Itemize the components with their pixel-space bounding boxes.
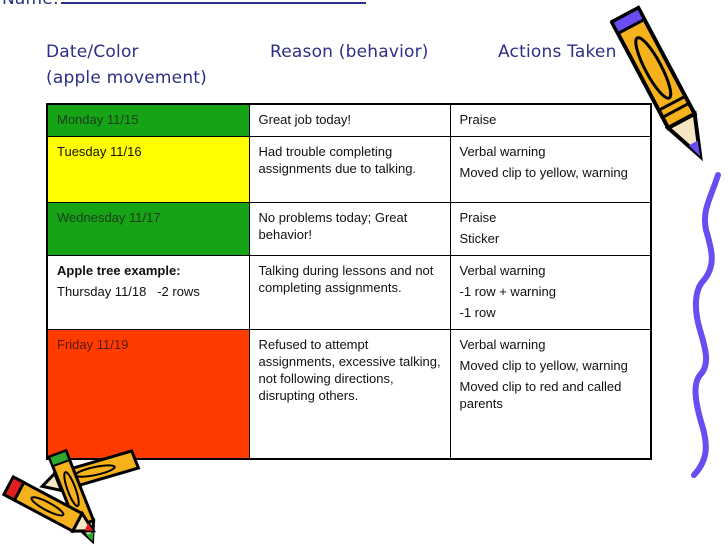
column-heading-reason: Reason (behavior) — [270, 42, 429, 62]
reason-cell: Great job today! — [248, 103, 451, 137]
actions-cell: Verbal warning Moved clip to yellow, war… — [449, 329, 652, 459]
action-item: Moved clip to yellow, warning — [459, 358, 628, 373]
name-field: Name: — [2, 0, 366, 9]
column-heading-actions: Actions Taken — [498, 42, 617, 62]
table-row: Wednesday 11/17 No problems today; Great… — [46, 202, 652, 256]
pencil-icon — [610, 5, 703, 162]
action-item: -1 row — [459, 305, 496, 320]
date-text: Thursday 11/18 -2 rows — [57, 284, 200, 299]
reason-cell: Talking during lessons and not completin… — [248, 255, 451, 330]
date-cell: Apple tree example: Thursday 11/18 -2 ro… — [46, 255, 250, 330]
action-item: Praise — [459, 210, 497, 225]
scribble-line — [691, 172, 721, 478]
action-item: Moved clip to red and called parents — [459, 379, 622, 411]
date-cell: Monday 11/15 — [46, 103, 250, 137]
date-text: Tuesday 11/16 — [57, 144, 142, 159]
column-heading-date: Date/Color — [46, 42, 139, 62]
action-item: Verbal warning — [459, 263, 546, 278]
date-text: Monday 11/15 — [57, 112, 139, 127]
name-blank-line — [60, 0, 366, 4]
date-text: Friday 11/19 — [57, 337, 129, 352]
date-text: Wednesday 11/17 — [57, 210, 161, 225]
name-label: Name: — [2, 0, 59, 9]
action-item: Verbal warning — [459, 337, 546, 352]
table-row: Monday 11/15 Great job today! Praise — [46, 103, 652, 137]
table-row: Apple tree example: Thursday 11/18 -2 ro… — [46, 255, 652, 330]
actions-cell: Verbal warning -1 row + warning -1 row — [449, 255, 652, 330]
action-item: -1 row + warning — [459, 284, 556, 299]
crossed-pencils-icon — [1, 448, 141, 545]
reason-cell: Refused to attempt assignments, excessiv… — [248, 329, 451, 459]
date-cell: Wednesday 11/17 — [46, 202, 250, 256]
action-item: Sticker — [459, 231, 500, 246]
example-label: Apple tree example: — [57, 263, 181, 278]
behavior-log-table: Monday 11/15 Great job today! Praise Tue… — [46, 103, 652, 460]
table-row: Tuesday 11/16 Had trouble completing ass… — [46, 136, 652, 203]
column-heading-date-sub: (apple movement) — [46, 68, 207, 88]
actions-cell: Praise Sticker — [449, 202, 652, 256]
date-cell: Tuesday 11/16 — [46, 136, 250, 203]
reason-cell: No problems today; Great behavior! — [248, 202, 451, 256]
reason-cell: Had trouble completing assignments due t… — [248, 136, 451, 203]
